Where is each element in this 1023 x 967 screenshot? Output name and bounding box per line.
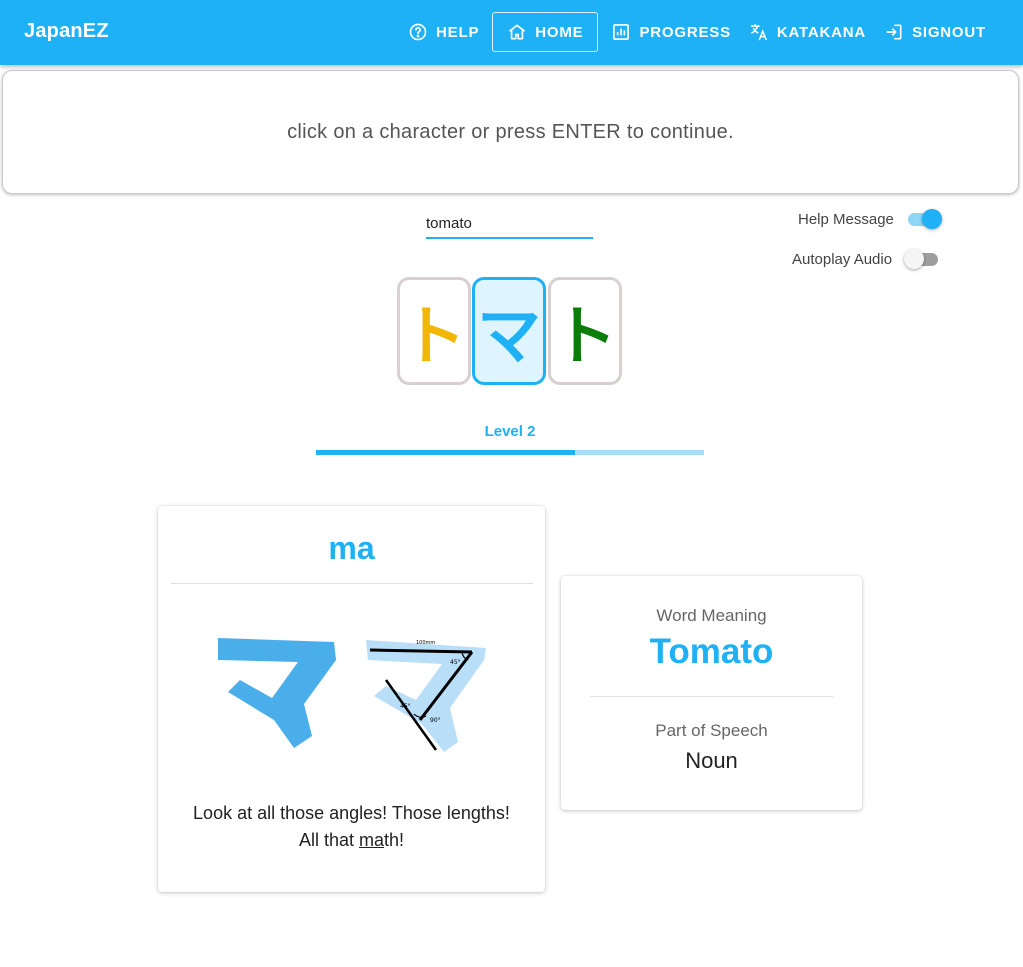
character-tile-1[interactable]: ト bbox=[397, 277, 471, 385]
level-progress-fill bbox=[316, 450, 575, 455]
level-label: Level 2 bbox=[484, 423, 536, 440]
part-of-speech-label: Part of Speech bbox=[655, 721, 768, 740]
diagram-angle-bottom: 90° bbox=[430, 717, 441, 724]
diagram-angle-top: 45° bbox=[450, 659, 461, 666]
mnemonic-after: th! bbox=[384, 830, 405, 850]
character-glyph: ト bbox=[402, 300, 466, 374]
nav-help-button[interactable]: HELP bbox=[399, 12, 488, 52]
nav-signout-label: SIGNOUT bbox=[912, 23, 986, 41]
character-tile-3[interactable]: ト bbox=[548, 277, 622, 385]
diagram-angle-left: 45° bbox=[400, 703, 411, 710]
katakana-ma-illustration bbox=[218, 638, 336, 748]
autoplay-audio-toggle[interactable] bbox=[904, 249, 940, 269]
nav-katakana-label: KATAKANA bbox=[776, 23, 867, 41]
help-message-setting: Help Message bbox=[798, 209, 942, 229]
part-of-speech-value: Noun bbox=[685, 748, 738, 773]
word-input[interactable] bbox=[426, 210, 593, 236]
app-bar: JapanEZ HELP HOME PROGRESS KATAKANA SIGN… bbox=[0, 0, 1023, 65]
word-meaning-value: Tomato bbox=[649, 632, 774, 671]
help-message-toggle[interactable] bbox=[906, 209, 942, 229]
character-glyph: マ bbox=[477, 300, 541, 374]
word-input-wrapper bbox=[426, 210, 593, 239]
toggle-thumb bbox=[904, 249, 925, 269]
katakana-ma-diagram: 100mm 45° 45° 90° bbox=[366, 640, 486, 752]
instruction-banner: click on a character or press ENTER to c… bbox=[2, 70, 1019, 194]
character-card: ma 100mm 45° 45° 90° Look at all those a… bbox=[158, 506, 545, 892]
autoplay-audio-setting: Autoplay Audio bbox=[792, 249, 940, 269]
nav-home-label: HOME bbox=[535, 23, 584, 41]
character-glyph: ト bbox=[553, 300, 617, 374]
mnemonic-before: Look at all those angles! Those lengths!… bbox=[193, 803, 510, 850]
toggle-thumb bbox=[921, 209, 942, 229]
card-divider bbox=[171, 583, 533, 584]
mnemonic-text: Look at all those angles! Those lengths!… bbox=[188, 800, 515, 854]
nav-signout-button[interactable]: SIGNOUT bbox=[875, 12, 995, 52]
app-title[interactable]: JapanEZ bbox=[24, 20, 109, 43]
home-icon bbox=[509, 24, 526, 40]
mnemonic-highlight: ma bbox=[359, 830, 385, 850]
help-message-label: Help Message bbox=[798, 210, 894, 228]
level-progress-bar bbox=[316, 450, 704, 455]
nav-katakana-button[interactable]: KATAKANA bbox=[740, 12, 875, 52]
nav-progress-label: PROGRESS bbox=[639, 23, 731, 41]
exit-icon bbox=[886, 24, 902, 40]
word-card: Word Meaning Tomato Part of Speech Noun bbox=[561, 576, 862, 810]
translate-icon bbox=[750, 23, 767, 41]
diagram-label-top: 100mm bbox=[416, 640, 435, 646]
nav-progress-button[interactable]: PROGRESS bbox=[602, 12, 739, 52]
main-nav: HELP HOME PROGRESS KATAKANA SIGNOUT bbox=[399, 12, 995, 52]
card-divider bbox=[590, 696, 833, 697]
romaji-title: ma bbox=[328, 530, 375, 566]
nav-home-button[interactable]: HOME bbox=[492, 12, 599, 52]
instruction-text: click on a character or press ENTER to c… bbox=[287, 120, 734, 143]
word-meaning-label: Word Meaning bbox=[656, 606, 767, 625]
autoplay-audio-label: Autoplay Audio bbox=[792, 250, 893, 268]
bar-chart-icon bbox=[613, 24, 630, 40]
help-circle-icon bbox=[409, 23, 427, 41]
nav-help-label: HELP bbox=[436, 23, 480, 41]
character-tile-2[interactable]: マ bbox=[472, 277, 546, 385]
